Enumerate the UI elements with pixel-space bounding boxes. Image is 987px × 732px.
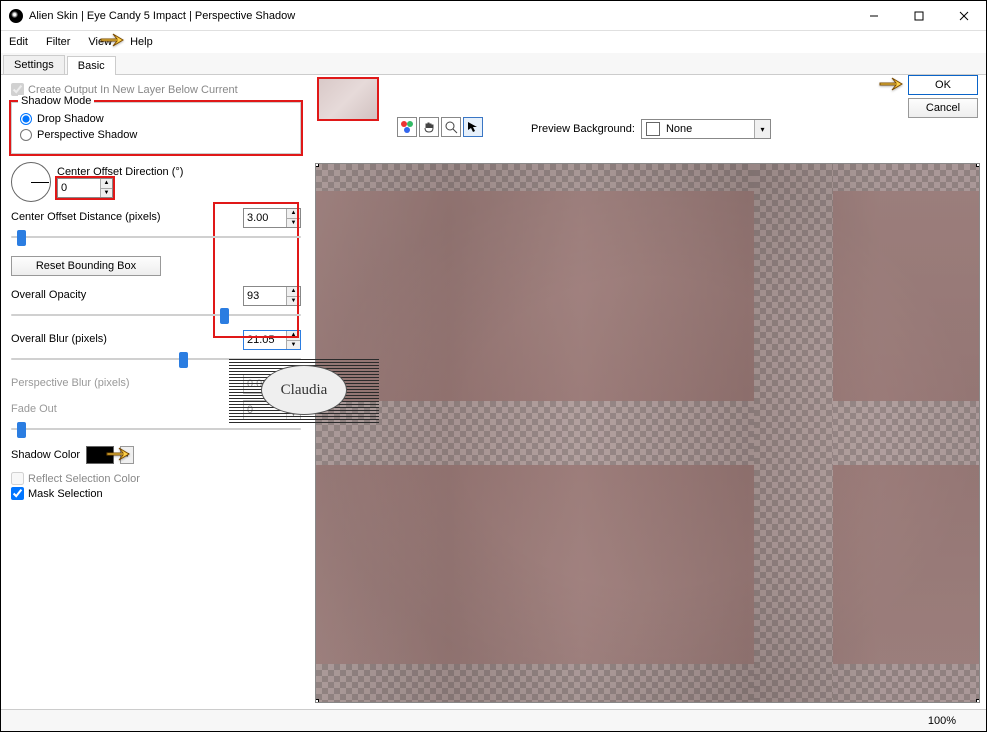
menu-help[interactable]: Help [130,36,153,48]
preview-bg-combo[interactable]: None ▾ [641,119,771,139]
left-panel: Create Output In New Layer Below Current… [1,75,311,709]
blur-label: Overall Blur (pixels) [11,333,107,345]
radio-perspective-shadow-label: Perspective Shadow [37,129,137,141]
reset-bounding-box-button[interactable]: Reset Bounding Box [11,256,161,276]
status-bar: 100% [1,709,986,731]
dialog-buttons: OK Cancel [908,75,978,118]
tool-move[interactable] [463,117,483,137]
check-create-output-label: Create Output In New Layer Below Current [28,84,238,96]
maximize-button[interactable] [896,1,941,30]
tool-hand[interactable] [419,117,439,137]
pblur-spinner: ▲▼ [243,374,301,394]
direction-dial[interactable] [11,162,51,202]
pblur-input [244,375,286,393]
zoom-level: 100% [928,715,956,727]
check-reflect-label: Reflect Selection Color [28,473,140,485]
pblur-arrows: ▲▼ [286,375,300,393]
tab-settings[interactable]: Settings [3,55,65,74]
fade-row: Fade Out ▲▼ [11,400,301,438]
shadow-color-row: Shadow Color ▼ [11,446,301,464]
check-mask-label: Mask Selection [28,488,103,500]
radio-drop-shadow-input[interactable] [20,113,32,125]
radio-drop-shadow[interactable]: Drop Shadow [20,113,292,125]
main-area: Create Output In New Layer Below Current… [1,75,986,709]
opacity-slider[interactable] [11,306,301,324]
check-reflect-box [11,472,24,485]
direction-arrows[interactable]: ▲▼ [100,179,112,197]
radio-perspective-shadow[interactable]: Perspective Shadow [20,129,292,141]
radio-perspective-shadow-input[interactable] [20,129,32,141]
tool-color-picker[interactable] [397,117,417,137]
menu-edit[interactable]: Edit [9,36,28,48]
pblur-row: Perspective Blur (pixels) ▲▼ [11,374,301,394]
shadow-color-dropdown[interactable]: ▼ [120,446,134,464]
tool-row [397,117,483,137]
direction-row: Center Offset Direction (°) ▲▼ [11,162,301,202]
radio-drop-shadow-label: Drop Shadow [37,113,104,125]
thumbnail-wrap [317,77,379,121]
fade-slider[interactable] [11,420,301,438]
fade-arrows: ▲▼ [286,401,300,419]
distance-slider[interactable] [11,228,301,246]
preview-bg-row: Preview Background: None ▾ [531,119,771,139]
cancel-button[interactable]: Cancel [908,98,978,118]
tool-zoom[interactable] [441,117,461,137]
close-button[interactable] [941,1,986,30]
pointer-hand-icon [878,73,906,100]
check-mask[interactable]: Mask Selection [11,487,301,500]
menu-view[interactable]: View [88,36,112,48]
check-reflect: Reflect Selection Color [11,472,301,485]
fade-input [244,401,286,419]
preview-bg-value: None [664,123,754,135]
group-shadow-mode-legend: Shadow Mode [18,95,94,107]
direction-input[interactable] [58,179,100,197]
shadow-color-label: Shadow Color [11,449,80,461]
preview-thumbnail[interactable] [317,77,379,121]
preview-bg-label: Preview Background: [531,123,635,135]
group-shadow-mode: Shadow Mode Drop Shadow Perspective Shad… [11,102,301,154]
right-panel: Preview Background: None ▾ OK Cancel [311,75,986,709]
menu-filter[interactable]: Filter [46,36,70,48]
fade-label: Fade Out [11,403,57,415]
blur-slider[interactable] [11,350,301,368]
direction-spinner[interactable]: ▲▼ [57,178,113,198]
fade-spinner: ▲▼ [243,400,301,420]
tab-strip: Settings Basic [1,53,986,75]
shadow-color-swatch[interactable] [86,446,114,464]
minimize-button[interactable] [851,1,896,30]
check-mask-box[interactable] [11,487,24,500]
pblur-label: Perspective Blur (pixels) [11,377,130,389]
preview-canvas[interactable] [315,163,980,703]
menu-bar: Edit Filter View Help [1,31,986,53]
distance-label: Center Offset Distance (pixels) [11,211,161,223]
title-bar: Alien Skin | Eye Candy 5 Impact | Perspe… [1,1,986,31]
selection-handles[interactable] [316,164,979,702]
ok-button[interactable]: OK [908,75,978,95]
window-title: Alien Skin | Eye Candy 5 Impact | Perspe… [29,10,851,22]
tab-basic[interactable]: Basic [67,56,116,75]
preview-bg-swatch [646,122,660,136]
opacity-label: Overall Opacity [11,289,86,301]
app-icon [9,9,23,23]
preview-bg-dropdown-icon[interactable]: ▾ [754,120,770,138]
direction-label: Center Offset Direction (°) [57,166,183,178]
